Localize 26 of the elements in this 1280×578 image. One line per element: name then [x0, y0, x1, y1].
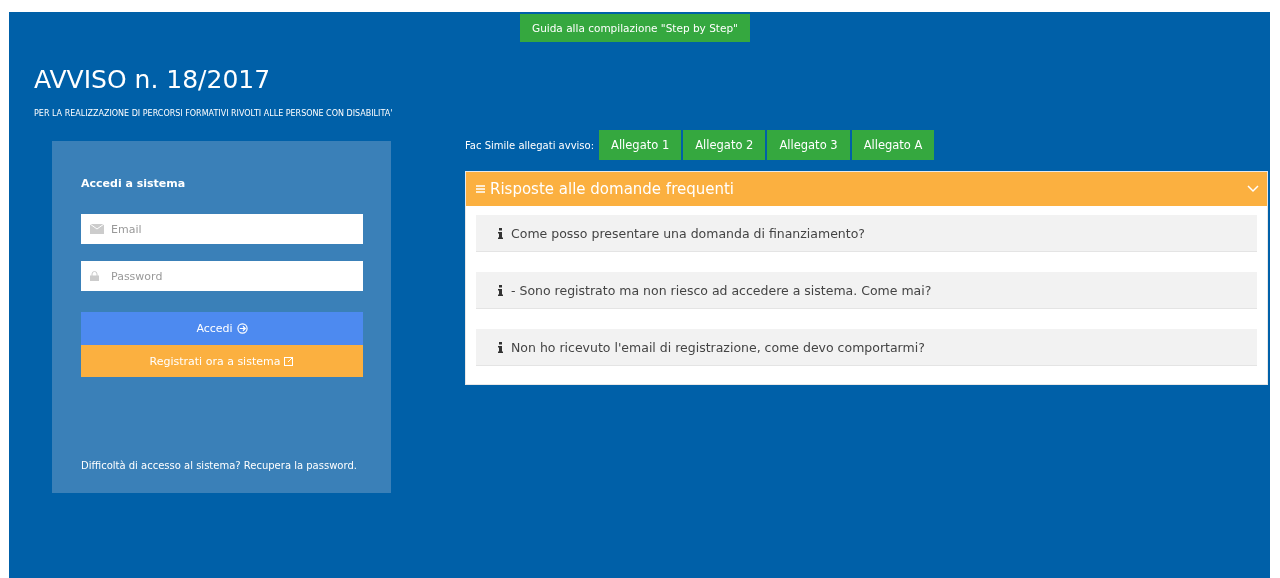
- attachment-button[interactable]: Allegato 2: [683, 130, 766, 160]
- edit-icon: [284, 356, 295, 366]
- attachment-button[interactable]: Allegato A: [851, 130, 935, 160]
- page-subtitle: PER LA REALIZZAZIONE DI PERCORSI FORMATIVI RIVOLTI ALLE PERSONE CON DISABILITA': [34, 109, 394, 118]
- menu-icon: [476, 185, 485, 193]
- info-icon: [498, 227, 503, 239]
- faq-item[interactable]: Non ho ricevuto l'email di registrazione, come devo comportarmi?: [476, 329, 1257, 366]
- password-field[interactable]: Password: [81, 261, 363, 291]
- attachment-button[interactable]: Allegato 1: [599, 130, 682, 160]
- email-field[interactable]: Email: [81, 214, 363, 244]
- guide-button[interactable]: Guida alla compilazione "Step by Step": [520, 14, 750, 42]
- faq-header[interactable]: Risposte alle domande frequenti: [466, 172, 1267, 206]
- lock-icon: [90, 271, 99, 281]
- arrow-circle-icon: [236, 323, 248, 334]
- faq-item[interactable]: Come posso presentare una domanda di finanziamento?: [476, 215, 1257, 252]
- info-icon: [498, 284, 503, 296]
- info-icon: [498, 341, 503, 353]
- page-title: AVVISO n. 18/2017: [34, 64, 271, 95]
- faq-item[interactable]: - Sono registrato ma non riesco ad accedere a sistema. Come mai?: [476, 272, 1257, 309]
- attachment-button[interactable]: Allegato 3: [767, 130, 850, 160]
- login-button[interactable]: Accedi: [81, 312, 363, 345]
- attachments-label: Fac Simile allegati avviso:: [465, 139, 595, 151]
- login-heading: Accedi a sistema: [81, 177, 187, 190]
- password-recovery-link[interactable]: Difficoltà di accesso al sistema? Recupera la password.: [81, 458, 363, 473]
- envelope-icon: [90, 224, 104, 234]
- register-button[interactable]: Registrati ora a sistema: [81, 345, 363, 377]
